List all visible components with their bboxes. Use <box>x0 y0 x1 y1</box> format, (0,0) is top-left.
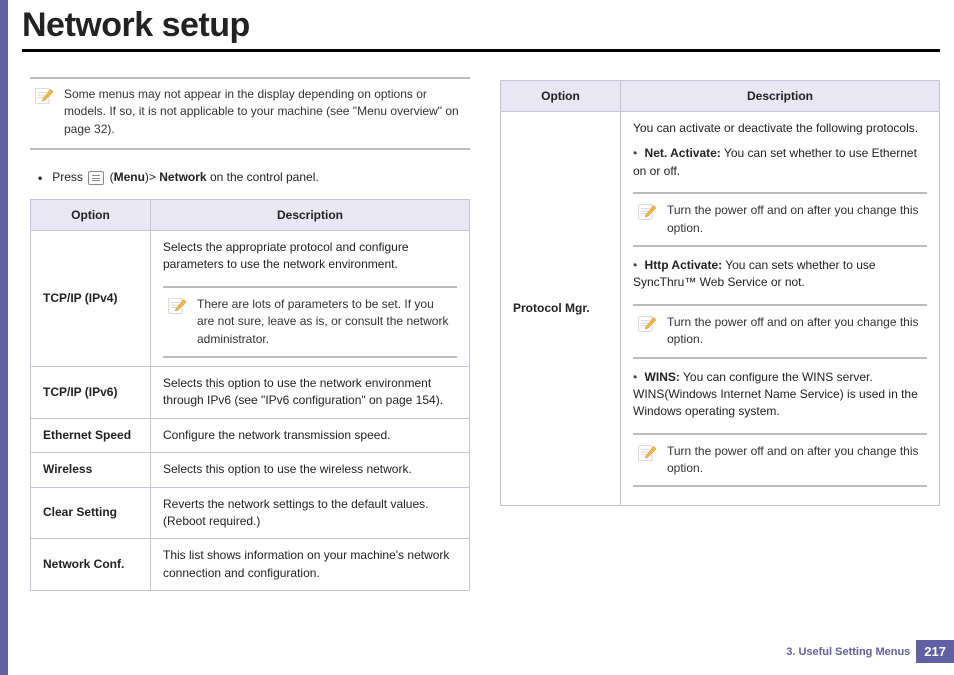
table-row: Clear Setting Reverts the network settin… <box>31 487 470 539</box>
top-note-text: Some menus may not appear in the display… <box>64 86 466 138</box>
instruction-text: Press (Menu)> Network on the control pan… <box>52 170 319 185</box>
option-name: TCP/IP (IPv4) <box>31 231 151 367</box>
option-name: Protocol Mgr. <box>501 112 621 506</box>
option-description: You can activate or deactivate the follo… <box>621 112 940 506</box>
th-option: Option <box>31 200 151 231</box>
option-description: Configure the network transmission speed… <box>151 418 470 452</box>
page-number: 217 <box>916 640 954 663</box>
table-row: Ethernet Speed Configure the network tra… <box>31 418 470 452</box>
table-row: Protocol Mgr. You can activate or deacti… <box>501 112 940 506</box>
instruction-line: • Press (Menu)> Network on the control p… <box>30 166 470 199</box>
row-note: Turn the power off and on after you chan… <box>633 192 927 247</box>
th-option: Option <box>501 81 621 112</box>
left-column: Some menus may not appear in the display… <box>30 80 470 591</box>
th-description: Description <box>621 81 940 112</box>
option-name: Network Conf. <box>31 539 151 591</box>
right-column: Option Description Protocol Mgr. You can… <box>500 80 940 591</box>
table-row: TCP/IP (IPv6) Selects this option to use… <box>31 366 470 418</box>
note-icon <box>167 296 187 316</box>
footer-section: 3. Useful Setting Menus <box>786 646 910 658</box>
table-row: Network Conf. This list shows informatio… <box>31 539 470 591</box>
row-note: There are lots of parameters to be set. … <box>163 286 457 358</box>
note-icon <box>637 314 657 334</box>
page-footer: 3. Useful Setting Menus 217 <box>786 640 954 663</box>
list-item: Http Activate: You can sets whether to u… <box>633 257 927 359</box>
title-underline <box>22 49 940 52</box>
note-icon <box>637 443 657 463</box>
list-item: WINS: You can configure the WINS server.… <box>633 369 927 488</box>
option-name: TCP/IP (IPv6) <box>31 366 151 418</box>
top-note-box: Some menus may not appear in the display… <box>30 80 470 150</box>
options-table-right: Option Description Protocol Mgr. You can… <box>500 80 940 506</box>
page-title: Network setup <box>8 0 954 45</box>
content-columns: Some menus may not appear in the display… <box>8 52 954 591</box>
option-description: Selects this option to use the wireless … <box>151 453 470 487</box>
protocol-list: Net. Activate: You can set whether to us… <box>633 145 927 487</box>
row-note: Turn the power off and on after you chan… <box>633 304 927 359</box>
note-icon <box>34 86 54 106</box>
table-row: TCP/IP (IPv4) Selects the appropriate pr… <box>31 231 470 367</box>
menu-icon <box>88 171 104 185</box>
option-name: Wireless <box>31 453 151 487</box>
row-note: Turn the power off and on after you chan… <box>633 433 927 488</box>
option-name: Ethernet Speed <box>31 418 151 452</box>
list-item: Net. Activate: You can set whether to us… <box>633 145 927 247</box>
table-row: Wireless Selects this option to use the … <box>31 453 470 487</box>
option-description: Selects the appropriate protocol and con… <box>151 231 470 367</box>
option-description: Selects this option to use the network e… <box>151 366 470 418</box>
option-name: Clear Setting <box>31 487 151 539</box>
note-icon <box>637 202 657 222</box>
bullet-icon: • <box>38 171 42 185</box>
th-description: Description <box>151 200 470 231</box>
options-table-left: Option Description TCP/IP (IPv4) Selects… <box>30 199 470 591</box>
option-description: Reverts the network settings to the defa… <box>151 487 470 539</box>
option-description: This list shows information on your mach… <box>151 539 470 591</box>
